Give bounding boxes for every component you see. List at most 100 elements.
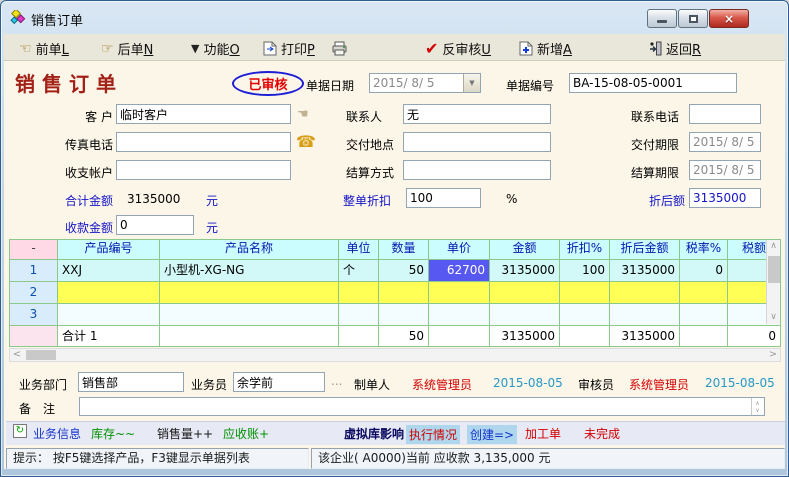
vertical-scroll-thumb[interactable] (768, 256, 780, 283)
price-cell[interactable] (429, 282, 490, 304)
price-cell-selected[interactable]: 62700 (429, 260, 490, 282)
taxrate-cell[interactable] (680, 304, 728, 326)
contact-phone-input[interactable] (689, 104, 761, 124)
contact-input[interactable] (403, 104, 551, 124)
business-info-link[interactable]: 业务信息 (33, 425, 81, 442)
items-table: - 产品编号 产品名称 单位 数量 单价 金额 折扣% 折后金额 税率% 税额 … (9, 239, 781, 347)
refresh-icon[interactable]: ↻ (13, 424, 27, 438)
window-title: 销售订单 (31, 10, 83, 29)
doc-date-dropdown-icon[interactable]: ▼ (463, 74, 480, 92)
inventory-link[interactable]: 库存~~ (91, 425, 135, 442)
print-button[interactable]: 打印P (263, 38, 315, 59)
unit-cell[interactable]: 个 (339, 260, 379, 282)
row-number-cell[interactable]: 3 (10, 304, 58, 326)
qty-cell[interactable] (379, 304, 429, 326)
return-button[interactable]: 返回R (648, 38, 701, 59)
table-horizontal-scrollbar[interactable]: < > (9, 348, 781, 362)
product-code-cell[interactable]: XXJ (58, 260, 160, 282)
unaudit-button[interactable]: ✔ 反审核U (425, 38, 491, 59)
row-number-cell[interactable]: 2 (10, 282, 58, 304)
work-order-link[interactable]: 加工单 (525, 425, 561, 442)
amount-cell[interactable]: 3135000 (490, 260, 560, 282)
scroll-left-icon[interactable]: < (10, 349, 24, 361)
fax-label: 传真电话 (41, 136, 113, 153)
remark-input[interactable] (79, 397, 765, 416)
doc-date-combo[interactable]: 2015/ 8/ 5 ▼ (369, 73, 481, 93)
delivery-due-label: 交付期限 (631, 136, 679, 153)
discounted-amount-input[interactable] (689, 188, 761, 208)
minimize-button[interactable] (647, 9, 677, 28)
table-vertical-scrollbar[interactable]: ∧ ∨ (766, 240, 780, 324)
horizontal-scroll-thumb[interactable] (26, 350, 56, 360)
discount-cell[interactable] (560, 304, 610, 326)
unit-cell[interactable] (339, 304, 379, 326)
doc-no-input[interactable] (569, 73, 737, 93)
discounted-cell[interactable] (610, 282, 680, 304)
qty-cell[interactable] (379, 282, 429, 304)
maximize-button[interactable] (678, 9, 708, 28)
fax-input[interactable] (116, 132, 291, 152)
taxrate-cell[interactable] (680, 282, 728, 304)
remark-label: 备 注 (19, 400, 55, 417)
prev-order-button[interactable]: ☜ 前单L (19, 38, 69, 59)
salesman-label: 业务员 (191, 376, 227, 393)
return-label: 返回 (666, 43, 692, 58)
salesman-picker-button[interactable]: ... (331, 374, 342, 388)
amount-cell[interactable] (490, 304, 560, 326)
create-button[interactable]: 创建=> (467, 425, 517, 444)
product-name-cell[interactable] (160, 304, 339, 326)
add-new-button[interactable]: 新增A (519, 38, 572, 59)
spin-down-icon[interactable]: ∨ (755, 407, 759, 414)
salesman-input[interactable] (233, 372, 325, 392)
discounted-cell[interactable] (610, 304, 680, 326)
order-discount-label: 整单折扣 (343, 192, 391, 209)
dept-input[interactable] (78, 372, 184, 392)
amount-cell[interactable] (490, 282, 560, 304)
col-header-discounted: 折后金额 (610, 240, 680, 260)
discounted-cell[interactable]: 3135000 (610, 260, 680, 282)
scroll-up-icon[interactable]: ∧ (767, 240, 780, 253)
settle-due-input[interactable] (689, 160, 761, 180)
order-discount-input[interactable] (406, 188, 481, 208)
functions-button[interactable]: ▼ 功能O (191, 38, 240, 59)
product-code-cell[interactable] (58, 282, 160, 304)
new-document-icon (519, 41, 533, 56)
col-header-taxrate: 税率% (680, 240, 728, 260)
next-order-button[interactable]: ☞ 后单N (101, 38, 153, 59)
sales-volume-link[interactable]: 销售量++ (157, 425, 213, 442)
delivery-due-input[interactable] (689, 132, 761, 152)
received-amount-input[interactable] (116, 215, 194, 235)
remark-spinner[interactable]: ∧ ∨ (751, 398, 763, 415)
close-button[interactable]: × (709, 9, 749, 28)
product-code-cell[interactable] (58, 304, 160, 326)
taxrate-cell[interactable]: 0 (680, 260, 728, 282)
product-name-cell[interactable] (160, 282, 339, 304)
phone-icon[interactable]: ☎ (296, 132, 316, 151)
delivery-place-input[interactable] (403, 132, 551, 152)
hand-cursor-icon[interactable]: ☚ (297, 107, 309, 122)
product-name-cell[interactable]: 小型机-XG-NG (160, 260, 339, 282)
customer-input[interactable] (116, 104, 291, 124)
settle-method-input[interactable] (403, 160, 551, 180)
audited-stamp: 已审核 (232, 71, 304, 96)
row-number-cell[interactable]: 1 (10, 260, 58, 282)
unit-cell[interactable] (339, 282, 379, 304)
price-cell[interactable] (429, 304, 490, 326)
account-input[interactable] (116, 160, 291, 180)
table-row: 3 (10, 304, 781, 326)
scroll-right-icon[interactable]: > (766, 349, 780, 361)
total-qty-cell: 50 (379, 326, 429, 347)
receivables-link[interactable]: 应收账+ (223, 425, 269, 442)
scroll-down-icon[interactable]: ∨ (767, 311, 780, 324)
total-empty-cell (680, 326, 728, 347)
qty-cell[interactable]: 50 (379, 260, 429, 282)
doc-no-label: 单据编号 (506, 77, 554, 94)
execution-status-button[interactable]: 执行情况 (406, 425, 460, 444)
creator-name: 系统管理员 (412, 376, 472, 393)
discount-cell[interactable] (560, 282, 610, 304)
col-header-price: 单价 (429, 240, 490, 260)
hand-left-icon: ☜ (19, 42, 32, 56)
spin-up-icon[interactable]: ∧ (755, 400, 759, 407)
discount-cell[interactable]: 100 (560, 260, 610, 282)
printer-button[interactable] (331, 38, 348, 59)
